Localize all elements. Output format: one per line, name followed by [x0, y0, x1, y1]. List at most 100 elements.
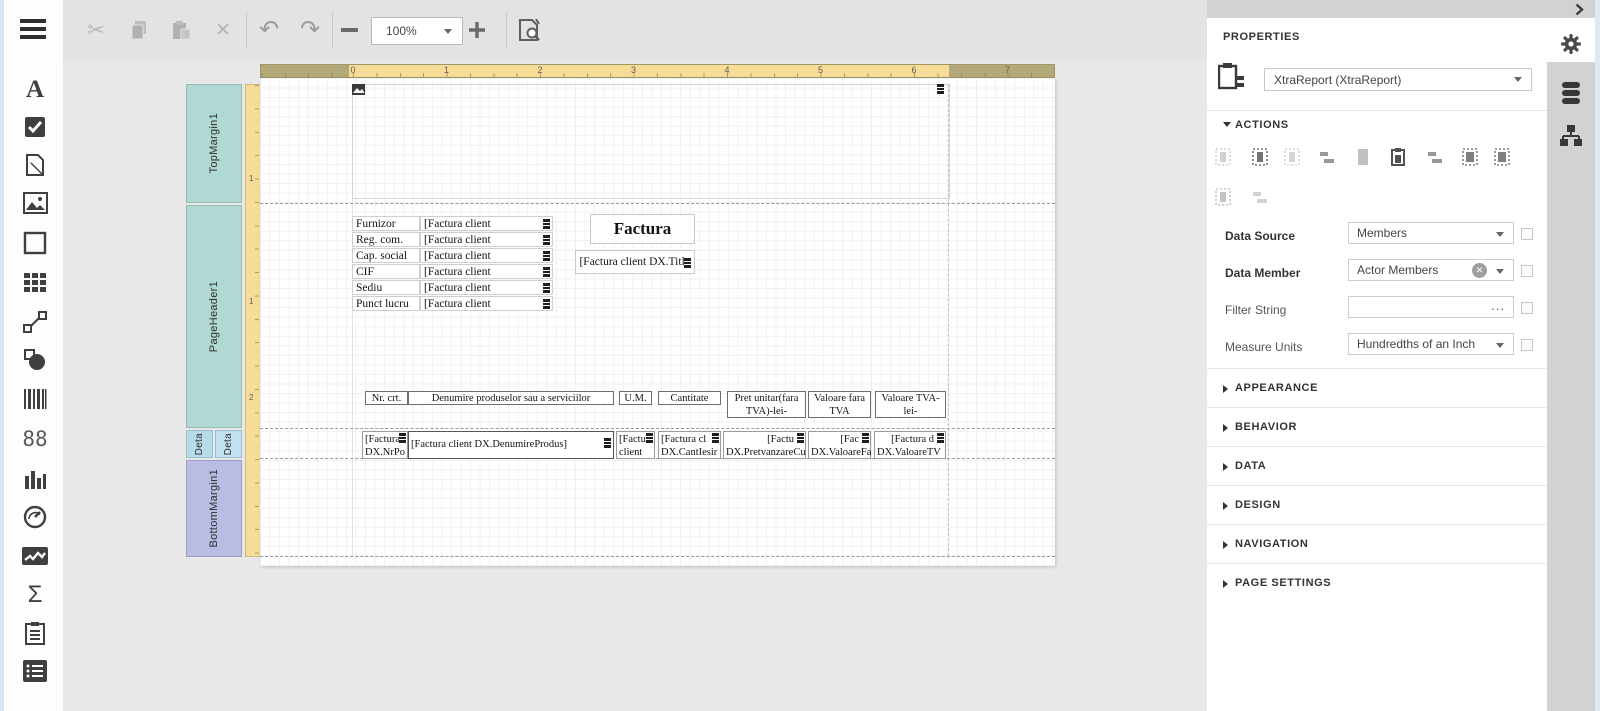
menu-icon[interactable]	[20, 19, 50, 43]
panel-tool-icon[interactable]	[18, 228, 52, 258]
smart-tag-icon[interactable]	[604, 438, 611, 448]
table-header-cell[interactable]: Denumire produselor sau a serviciilor	[408, 391, 614, 405]
action-icon-6[interactable]	[1390, 148, 1406, 166]
action-icon-8[interactable]	[1462, 148, 1478, 166]
line-tool-icon[interactable]	[18, 307, 52, 337]
smart-tag-icon[interactable]	[543, 283, 550, 293]
field-value-cell[interactable]: [Factura client	[420, 280, 553, 295]
smart-tag-icon[interactable]	[862, 433, 869, 443]
band-tab-pageheader[interactable]: PageHeader1	[186, 205, 242, 428]
band-tab-topmargin[interactable]: TopMargin1	[186, 84, 242, 203]
field-value-cell[interactable]: [Factura client	[420, 248, 553, 263]
section-header-appearance[interactable]: APPEARANCE	[1207, 368, 1547, 408]
table-header-cell[interactable]: U.M.	[619, 391, 652, 405]
action-icon-7[interactable]	[1427, 148, 1443, 166]
field-list-icon[interactable]	[1560, 82, 1582, 108]
field-label-cell[interactable]: CIF	[352, 264, 420, 279]
action-icon-11[interactable]	[1252, 188, 1268, 206]
smart-tag-icon[interactable]	[937, 433, 944, 443]
watermark-picture-icon[interactable]	[352, 84, 365, 95]
field-label-cell[interactable]: Sediu	[352, 280, 420, 295]
action-icon-5[interactable]	[1355, 148, 1371, 166]
report-subtitle-field[interactable]: [Factura client DX.Titlu	[575, 250, 695, 274]
action-icon-10[interactable]	[1215, 188, 1231, 206]
redo-button[interactable]: ↷	[296, 16, 324, 44]
section-header-navigation[interactable]: NAVIGATION	[1207, 524, 1547, 564]
table-header-cell[interactable]: Cantitate	[658, 391, 721, 405]
delete-button[interactable]: ✕	[209, 16, 237, 44]
zoom-select[interactable]: 100%	[371, 17, 463, 45]
preview-button[interactable]	[515, 16, 543, 44]
report-page[interactable]: Furnizor [Factura client Reg. com. [Fact…	[260, 78, 1055, 566]
data-member-property-checkbox[interactable]	[1521, 265, 1533, 277]
gauge-tool-icon[interactable]	[18, 502, 52, 532]
action-icon-3[interactable]	[1284, 148, 1300, 166]
detail-cell[interactable]: [Factura DX.NrPo	[362, 431, 408, 459]
data-source-dropdown[interactable]: Members	[1348, 222, 1514, 244]
zoom-in-button[interactable]	[463, 16, 491, 44]
collapse-panel-button[interactable]	[1575, 3, 1584, 16]
paste-button[interactable]	[167, 16, 195, 44]
detail-cell-selected[interactable]: [Factura client DX.DenumireProdus]	[408, 431, 614, 459]
field-label-cell[interactable]: Reg. com.	[352, 232, 420, 247]
barcode-tool-icon[interactable]	[18, 384, 52, 414]
field-value-cell[interactable]: [Factura client	[420, 216, 553, 231]
cut-button[interactable]: ✂	[82, 16, 110, 44]
measure-units-dropdown[interactable]: Hundredths of an Inch	[1348, 333, 1514, 355]
picture-tool-icon[interactable]	[18, 188, 52, 218]
richtext-tool-icon[interactable]	[18, 150, 52, 180]
zoom-out-button[interactable]	[335, 16, 363, 44]
undo-button[interactable]: ↶	[255, 16, 283, 44]
smart-tag-icon[interactable]	[646, 433, 653, 443]
shape-tool-icon[interactable]	[18, 345, 52, 375]
section-header-actions[interactable]: ACTIONS	[1235, 119, 1289, 131]
detail-cell[interactable]: [Factu DX.PretvanzareCu	[723, 431, 806, 459]
section-header-design[interactable]: DESIGN	[1207, 485, 1547, 525]
report-explorer-icon[interactable]	[1559, 124, 1583, 148]
clear-value-icon[interactable]: ✕	[1472, 263, 1487, 278]
detail-cell[interactable]: [Factura d DX.ValoareTV	[874, 431, 946, 459]
field-label-cell[interactable]: Cap. social	[352, 248, 420, 263]
detail-cell[interactable]: [Factura cl DX.CantIesir	[658, 431, 721, 459]
smart-tag-icon[interactable]	[712, 433, 719, 443]
field-value-cell[interactable]: [Factura client	[420, 296, 553, 311]
copy-button[interactable]	[125, 16, 153, 44]
toc-tool-icon[interactable]	[18, 656, 52, 686]
data-member-dropdown[interactable]: Actor Members ✕	[1348, 259, 1514, 281]
table-header-cell[interactable]: Valoare TVA-lei-	[875, 391, 946, 418]
checkbox-tool-icon[interactable]	[18, 112, 52, 142]
chart-tool-icon[interactable]	[18, 464, 52, 494]
action-icon-2[interactable]	[1252, 148, 1268, 166]
smart-tag-icon[interactable]	[684, 258, 691, 268]
report-title-label[interactable]: Factura	[590, 214, 695, 244]
sparkline-tool-icon[interactable]	[18, 541, 52, 571]
label-tool-icon[interactable]: A	[18, 74, 52, 104]
action-icon-9[interactable]	[1494, 148, 1510, 166]
band-tab-detail-inner[interactable]: Deta	[215, 430, 242, 458]
pageinfo-tool-icon[interactable]	[18, 618, 52, 648]
summary-tool-icon[interactable]: Σ	[18, 580, 52, 610]
smart-tag-icon[interactable]	[543, 235, 550, 245]
band-separator[interactable]	[260, 428, 1055, 429]
smart-tag-icon[interactable]	[543, 299, 550, 309]
gear-icon[interactable]	[1561, 34, 1581, 54]
filter-string-property-checkbox[interactable]	[1521, 302, 1533, 314]
field-value-cell[interactable]: [Factura client	[420, 264, 553, 279]
digital-tool-icon[interactable]: 88	[18, 424, 52, 454]
detail-cell[interactable]: [Factu client	[616, 431, 655, 459]
table-header-cell[interactable]: Pret unitar(fara TVA)-lei-	[727, 391, 806, 418]
data-source-property-checkbox[interactable]	[1521, 228, 1533, 240]
table-tool-icon[interactable]	[18, 268, 52, 298]
report-smart-tag-icon[interactable]	[937, 84, 944, 94]
filter-string-input[interactable]: ...	[1348, 296, 1514, 318]
smart-tag-icon[interactable]	[399, 433, 406, 443]
band-tab-detail-outer[interactable]: Deta	[186, 430, 213, 458]
element-selector-dropdown[interactable]: XtraReport (XtraReport)	[1264, 68, 1532, 91]
band-tab-bottommargin[interactable]: BottomMargin1	[186, 460, 242, 557]
field-value-cell[interactable]: [Factura client	[420, 232, 553, 247]
action-icon-1[interactable]	[1215, 148, 1231, 166]
field-label-cell[interactable]: Punct lucru	[352, 296, 420, 311]
smart-tag-icon[interactable]	[543, 219, 550, 229]
band-separator[interactable]	[260, 556, 1055, 557]
measure-units-property-checkbox[interactable]	[1521, 339, 1533, 351]
